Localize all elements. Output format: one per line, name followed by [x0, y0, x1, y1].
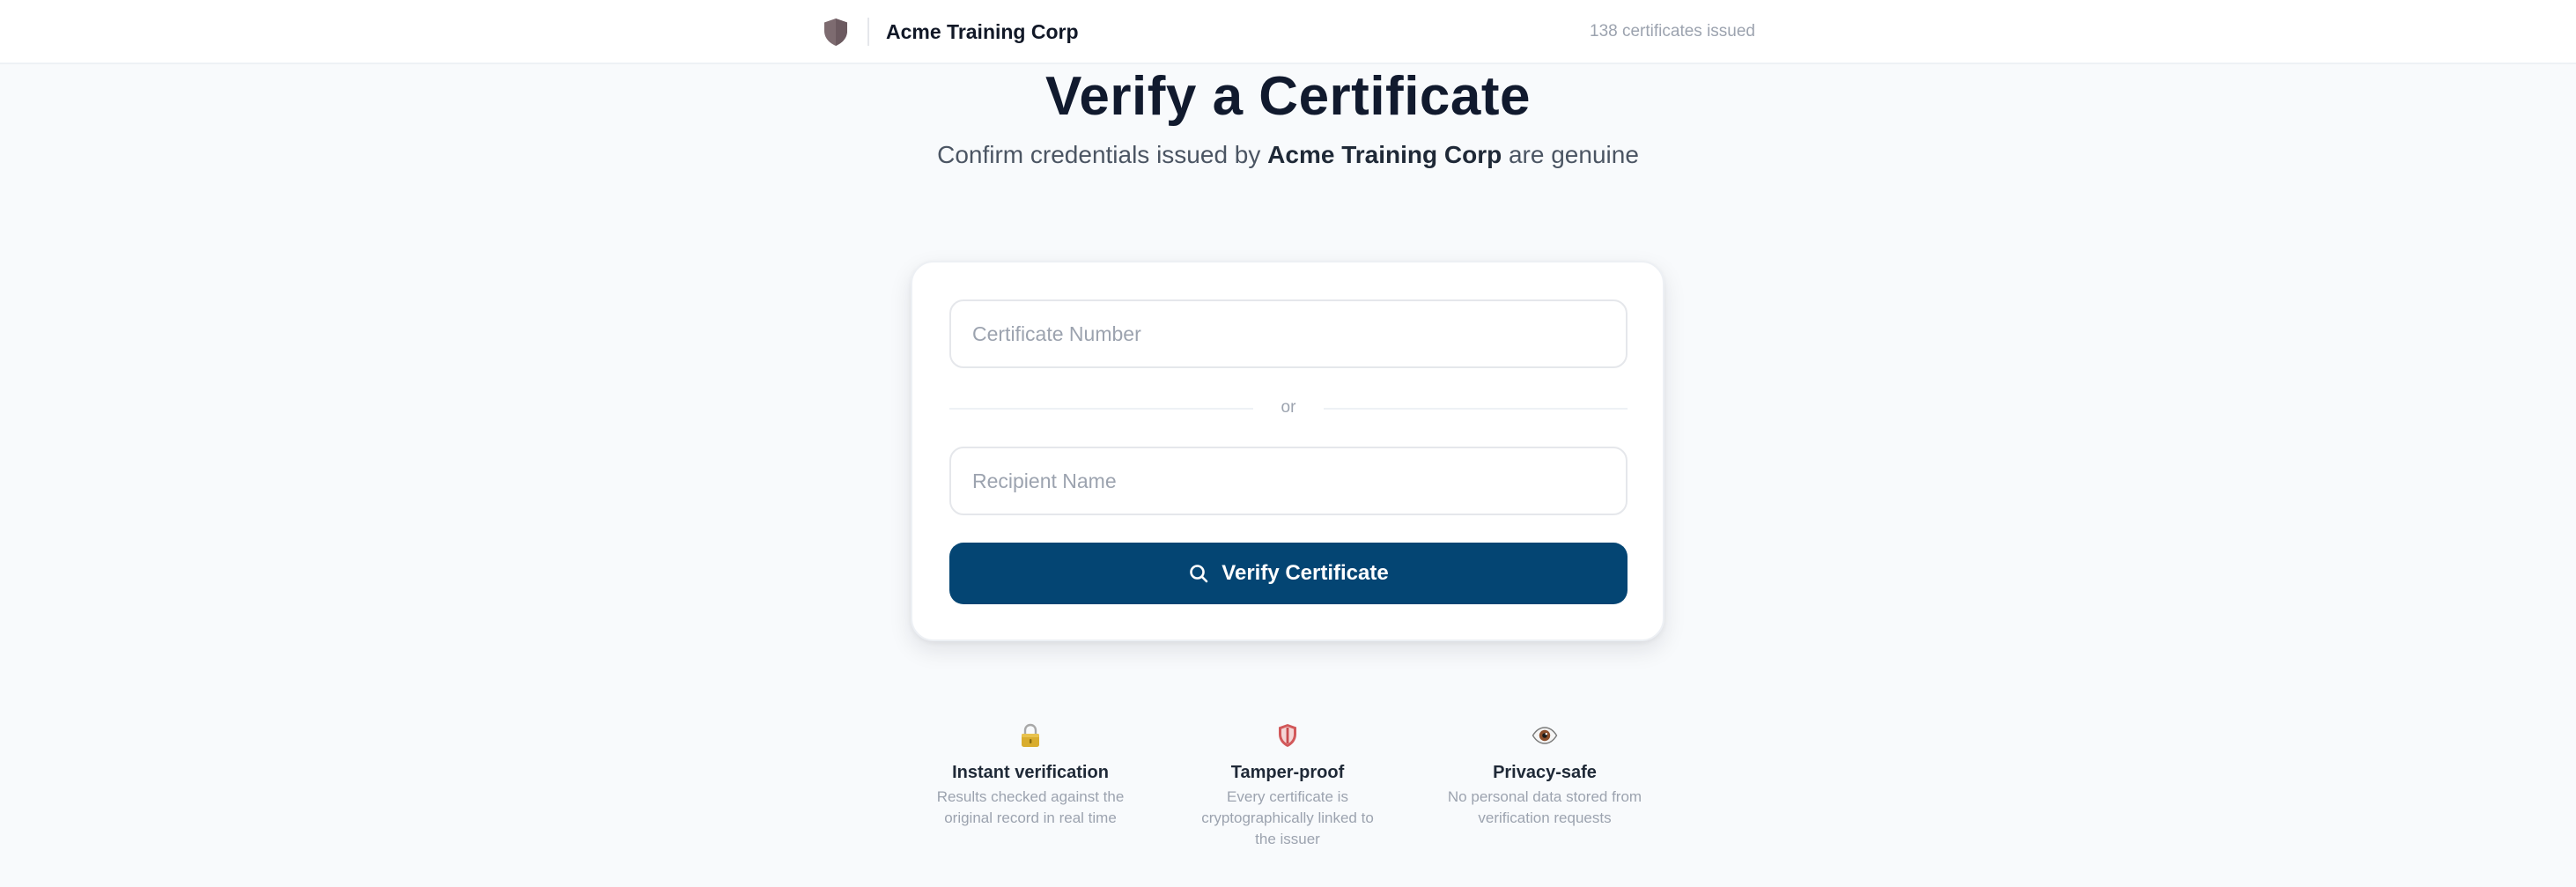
verify-certificate-button[interactable]: Verify Certificate — [949, 543, 1628, 604]
subtitle-suffix: are genuine — [1502, 141, 1639, 168]
separator-line-right — [1324, 408, 1628, 410]
feature-privacy-safe: Privacy-safe No personal data stored fro… — [1439, 718, 1650, 829]
verify-button-label: Verify Certificate — [1222, 561, 1389, 585]
verify-form-card: or Verify Certificate — [911, 261, 1664, 641]
page-subtitle: Confirm credentials issued by Acme Train… — [0, 139, 2576, 171]
feature-description: Results checked against the original rec… — [936, 788, 1125, 826]
or-separator: or — [949, 395, 1628, 421]
shield-icon — [1279, 724, 1296, 747]
search-icon — [1190, 565, 1208, 583]
page-title: Verify a Certificate — [1044, 66, 1532, 127]
header-divider — [867, 18, 869, 46]
feature-title: Privacy-safe — [1493, 763, 1597, 782]
lock-icon — [1022, 723, 1039, 747]
certificate-number-input[interactable] — [949, 299, 1628, 368]
recipient-name-input[interactable] — [949, 447, 1628, 515]
feature-description: Every certificate is cryptographically l… — [1201, 788, 1374, 847]
feature-instant-verification: Instant verification Results checked aga… — [925, 718, 1136, 829]
eye-icon — [1532, 727, 1558, 744]
feature-title: Tamper-proof — [1230, 763, 1345, 782]
subtitle-prefix: Confirm credentials issued by — [937, 141, 1268, 168]
feature-title: Instant verification — [952, 763, 1109, 782]
org-name[interactable]: Acme Training Corp — [886, 18, 1079, 46]
top-bar: Acme Training Corp 138 certificates issu… — [0, 0, 2576, 64]
certificates-issued-count: 138 certificates issued — [1590, 22, 1755, 41]
feature-tamper-proof: Tamper-proof Every certificate is crypto… — [1182, 718, 1393, 850]
feature-description: No personal data stored from verificatio… — [1447, 788, 1642, 826]
subtitle-org-name: Acme Training Corp — [1267, 141, 1502, 168]
shield-icon — [824, 18, 847, 46]
